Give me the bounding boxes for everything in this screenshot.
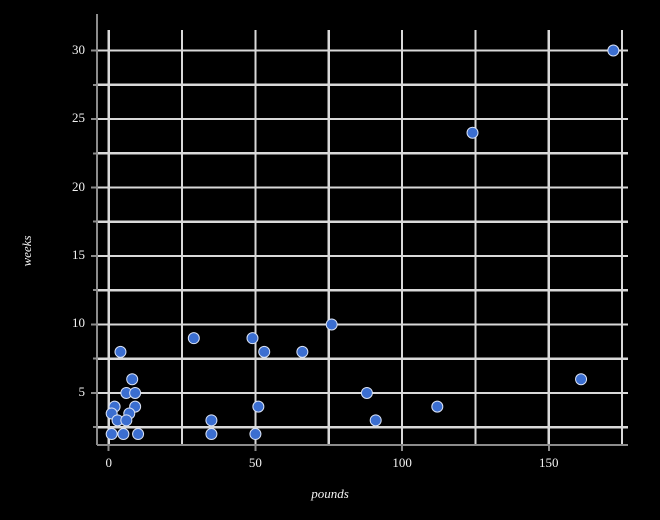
y-tick-label: 30 — [72, 41, 85, 57]
y-tick-label: 25 — [72, 110, 85, 126]
scatter-point — [129, 386, 142, 399]
x-axis-label: pounds — [311, 486, 349, 501]
scatter-point — [246, 332, 259, 345]
scatter-point — [466, 126, 479, 139]
x-tick-label: 150 — [539, 455, 559, 470]
y-axis-label: weeks — [19, 235, 34, 267]
x-tick-label: 0 — [105, 455, 112, 470]
scatter-point — [575, 373, 588, 386]
scatter-point — [296, 345, 309, 358]
scatter-point — [360, 386, 373, 399]
x-tick-label: 100 — [392, 455, 412, 470]
scatter-point — [205, 414, 218, 427]
scatter-point — [607, 44, 620, 57]
plot-canvas — [0, 0, 660, 520]
scatter-point — [187, 332, 200, 345]
scatter-point — [325, 318, 338, 331]
scatter-point — [431, 400, 444, 413]
scatter-point — [126, 373, 139, 386]
scatter-plot-figure: 5 10 15 20 25 30 0 50 100 150 weeks pounds — [0, 0, 660, 520]
y-tick-label: 20 — [72, 178, 85, 194]
y-tick-label: 10 — [72, 315, 85, 331]
scatter-point — [120, 414, 133, 427]
y-tick-label: 15 — [72, 246, 85, 262]
figure-background — [0, 0, 660, 520]
scatter-point — [132, 428, 145, 441]
scatter-point — [252, 400, 265, 413]
x-tick-label: 50 — [248, 455, 262, 470]
scatter-point — [117, 428, 130, 441]
y-tick-label: 5 — [78, 383, 86, 399]
scatter-point — [205, 428, 218, 441]
scatter-point — [105, 428, 118, 441]
scatter-point — [249, 428, 262, 441]
scatter-point — [114, 345, 127, 358]
scatter-point — [258, 345, 271, 358]
scatter-point — [369, 414, 382, 427]
